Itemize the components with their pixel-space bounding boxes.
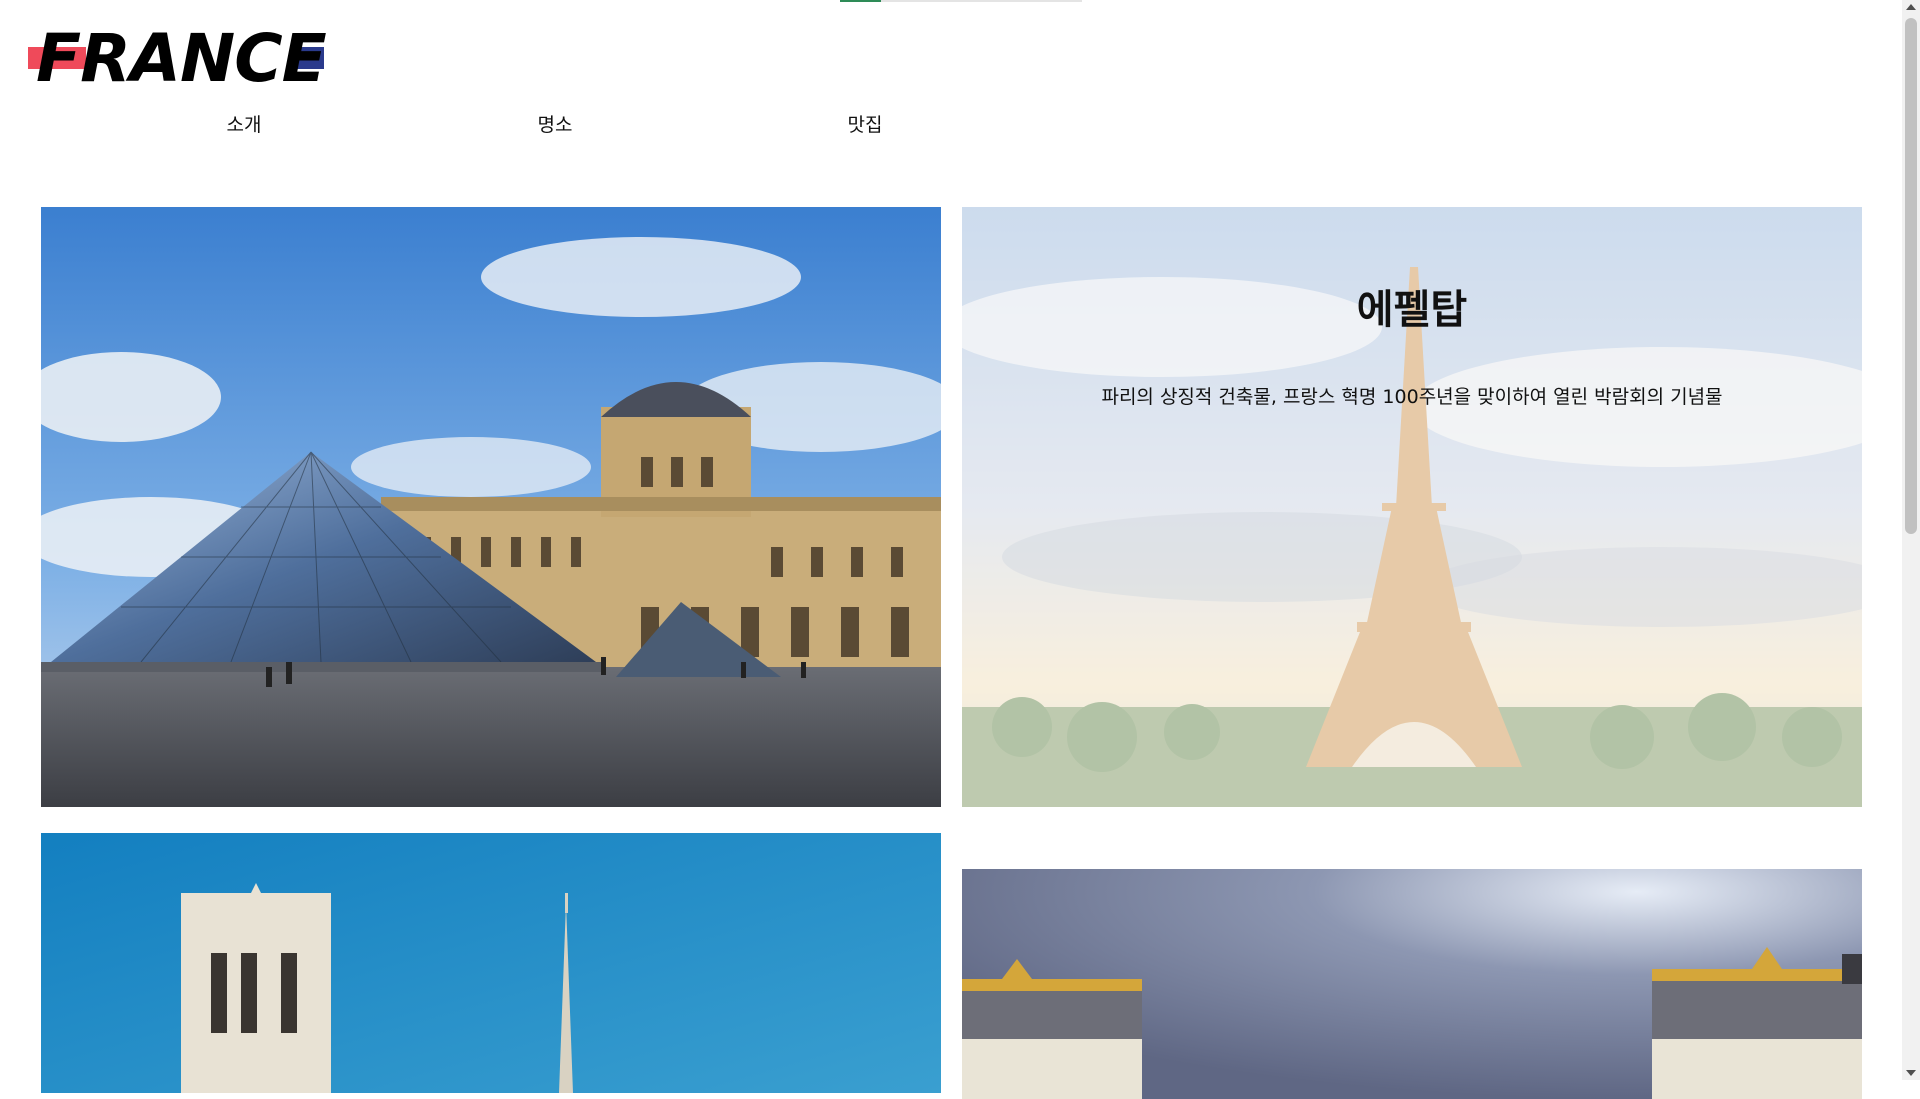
nav-item-intro[interactable]: 소개 (184, 110, 304, 140)
logo-text: FRANCE (36, 20, 327, 97)
nav-item-attractions[interactable]: 명소 (495, 110, 615, 140)
scroll-progress-fill (840, 0, 882, 2)
eiffel-card-description: 파리의 상징적 건축물, 프랑스 혁명 100주년을 맞이하여 열린 박람회의 … (1101, 386, 1723, 408)
eiffel-card-title: 에펠탑 (1356, 287, 1468, 333)
france-logo[interactable]: FRANCE (28, 26, 328, 92)
page-scrollbar[interactable] (1902, 0, 1920, 1080)
louvre-pyramid-photo (41, 207, 941, 807)
louvre-card[interactable] (41, 207, 941, 807)
scroll-up-arrow-icon[interactable] (1906, 4, 1916, 10)
notre-dame-photo (41, 833, 941, 1093)
versailles-palace-photo (962, 869, 1862, 1099)
eiffel-tower-card[interactable]: 에펠탑 파리의 상징적 건축물, 프랑스 혁명 100주년을 맞이하여 열린 박… (962, 207, 1862, 807)
scroll-progress-bar (840, 0, 1082, 2)
scrollbar-thumb[interactable] (1905, 18, 1917, 534)
scroll-down-arrow-icon[interactable] (1906, 1070, 1916, 1076)
versailles-card[interactable] (962, 869, 1862, 1099)
nav-item-restaurants[interactable]: 맛집 (805, 110, 925, 140)
main-nav: 소개 명소 맛집 (0, 110, 1000, 140)
notre-dame-card[interactable] (41, 833, 941, 1093)
